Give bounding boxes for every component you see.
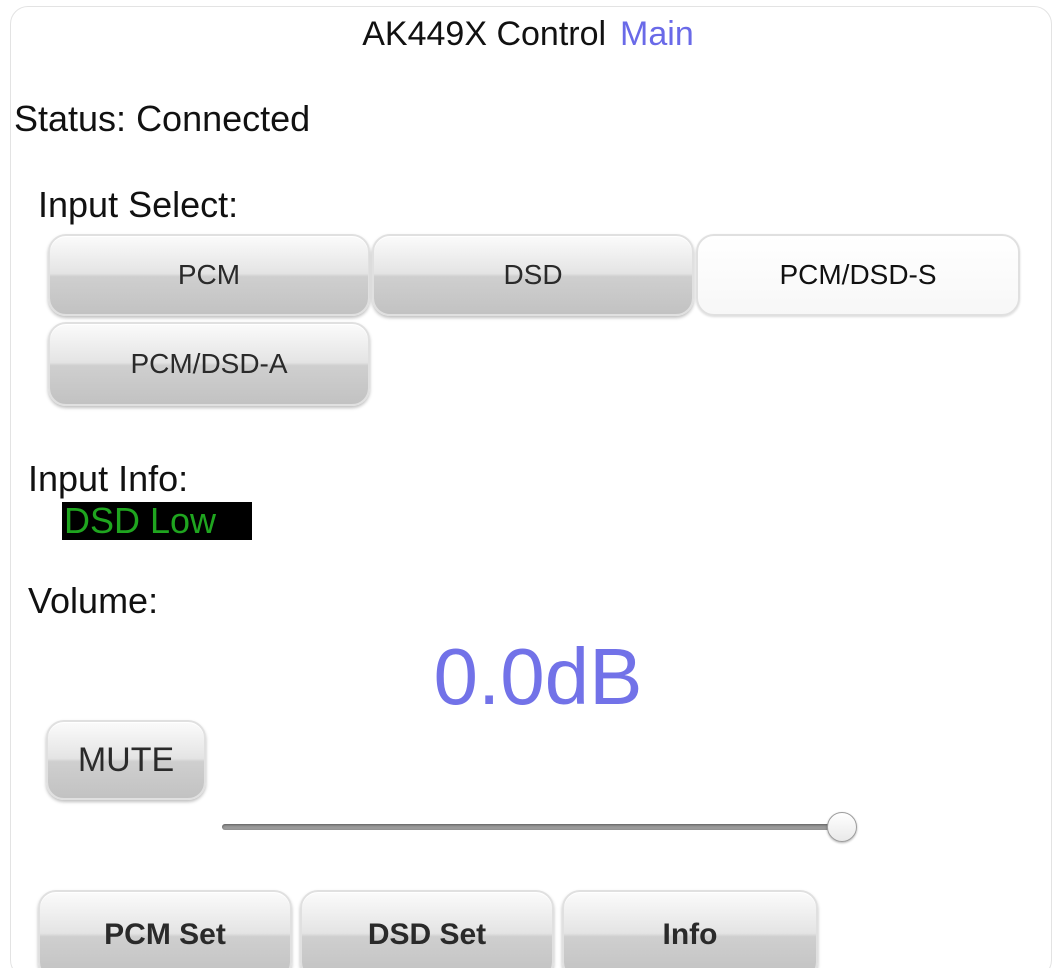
volume-slider-track xyxy=(222,824,856,830)
main-link[interactable]: Main xyxy=(620,15,694,53)
dsd-set-button[interactable]: DSD Set xyxy=(300,890,554,968)
app-title: AK449X Control xyxy=(362,15,607,53)
pcm-set-button[interactable]: PCM Set xyxy=(38,890,292,968)
mute-button[interactable]: MUTE xyxy=(46,720,206,800)
input-pcm-button[interactable]: PCM xyxy=(48,234,370,316)
status-text: Status: Connected xyxy=(14,98,311,139)
info-button[interactable]: Info xyxy=(562,890,818,968)
volume-label: Volume: xyxy=(28,580,159,621)
input-pcm-dsd-s-button[interactable]: PCM/DSD-S xyxy=(696,234,1020,316)
volume-slider[interactable] xyxy=(222,812,857,844)
volume-slider-thumb[interactable] xyxy=(827,812,857,842)
header: AK449X Control Main xyxy=(0,14,1056,54)
input-dsd-button[interactable]: DSD xyxy=(372,234,694,316)
input-info-label: Input Info: xyxy=(28,458,189,499)
input-pcm-dsd-a-button[interactable]: PCM/DSD-A xyxy=(48,322,370,406)
input-info-value: DSD Low xyxy=(62,502,252,540)
input-select-label: Input Select: xyxy=(38,184,239,225)
volume-value: 0.0dB xyxy=(433,632,643,721)
